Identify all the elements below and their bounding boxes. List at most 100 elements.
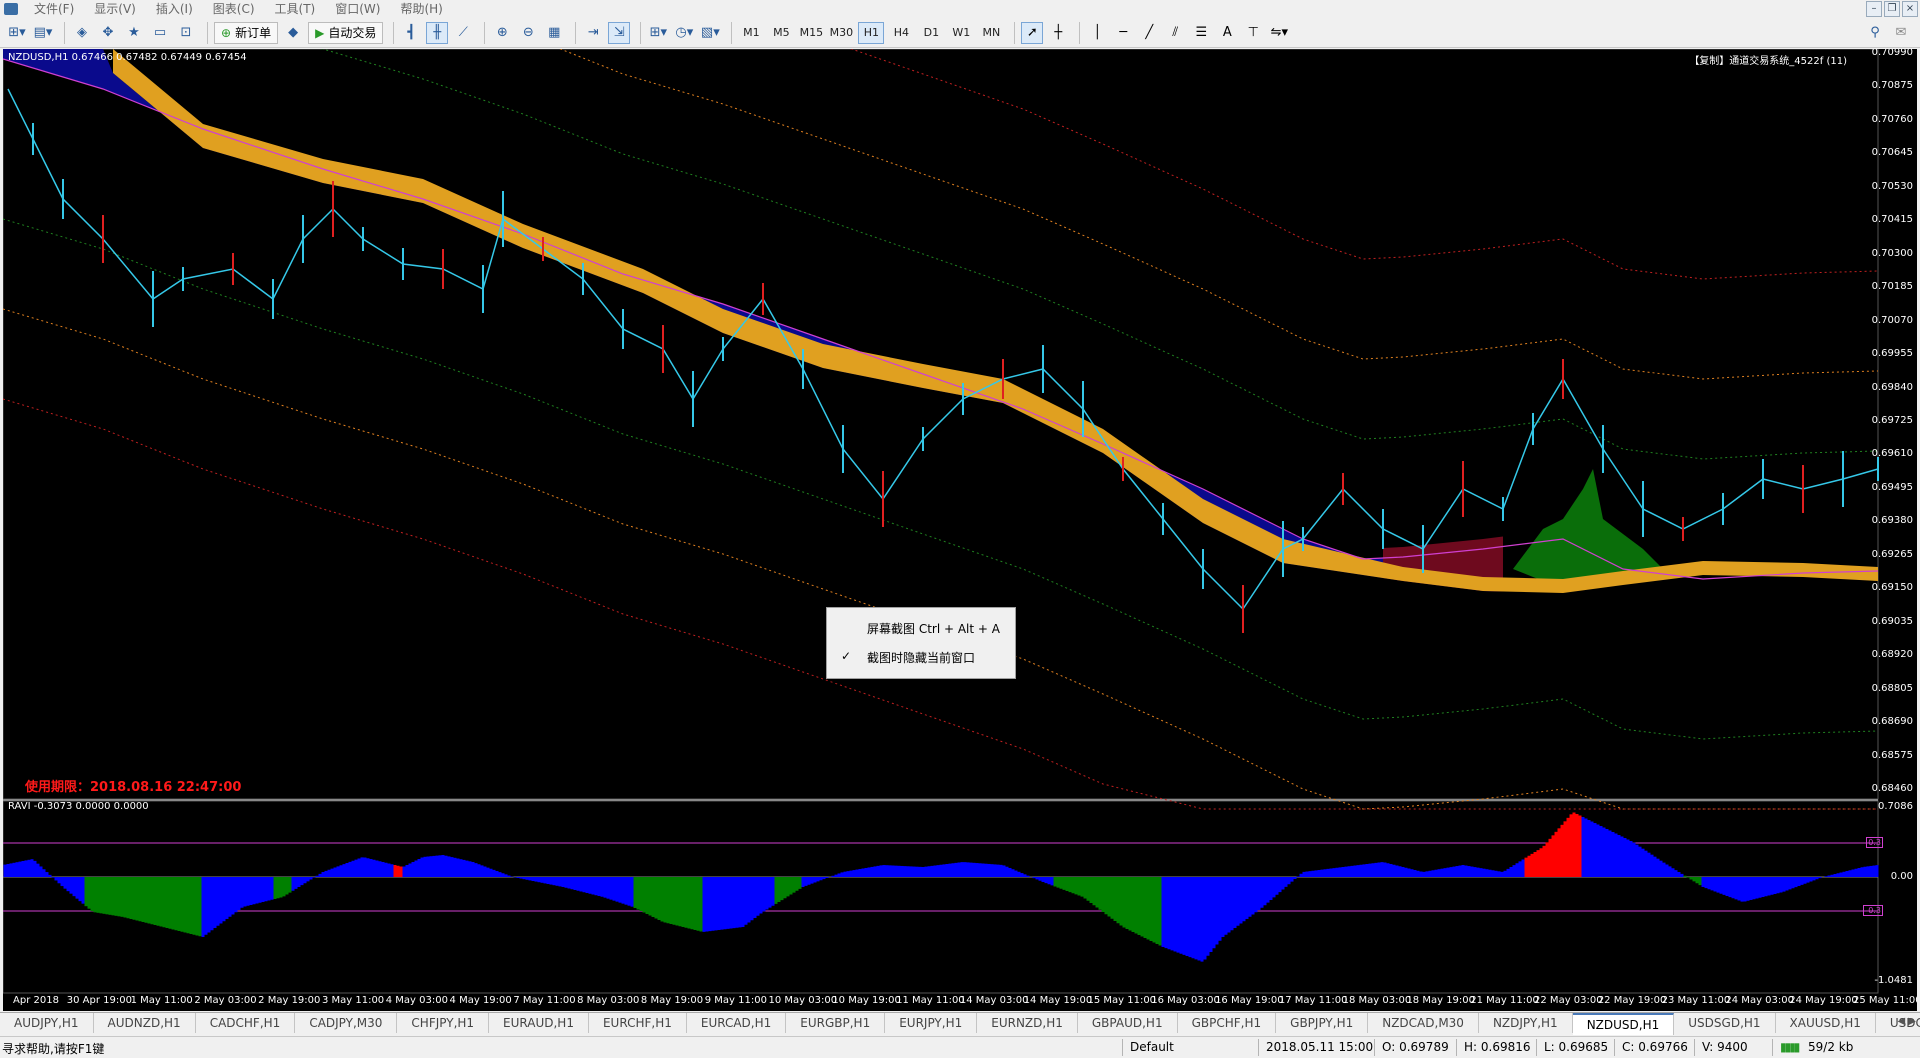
ravi-level-marker: -0.3 — [1863, 905, 1883, 916]
chart-tab[interactable]: EURCAD,H1 — [687, 1013, 787, 1033]
line-chart-icon[interactable]: ⟋ — [452, 22, 474, 44]
tabs-holder: AUDJPY,H1 AUDNZD,H1 CADCHF,H1 CADJPY,M30 CHF… — [0, 1013, 1920, 1035]
data-window-icon[interactable]: ✥ — [97, 22, 119, 44]
new-order-button[interactable]: ⊕ 新订单 — [214, 21, 279, 44]
search-icon[interactable]: ⚲ — [1864, 22, 1886, 44]
status-high: H: 0.69816 — [1464, 1040, 1531, 1054]
trendline-icon[interactable]: ╱ — [1138, 22, 1160, 44]
status-datetime: 2018.05.11 15:00 — [1266, 1040, 1374, 1054]
chart-tab[interactable]: GBPCHF,H1 — [1178, 1013, 1277, 1033]
tile-windows-icon[interactable]: ▦ — [543, 22, 565, 44]
tab-scroll-arrows-icon[interactable]: ◀ ▶ — [1897, 1016, 1916, 1027]
chart-tab[interactable]: AUDNZD,H1 — [94, 1013, 196, 1033]
chart-tab[interactable]: NZDJPY,H1 — [1479, 1013, 1573, 1033]
context-hide-window[interactable]: 截图时隐藏当前窗口 — [867, 649, 975, 666]
timeframe-m1[interactable]: M1 — [738, 22, 764, 44]
status-help: 寻求帮助,请按F1键 — [2, 1042, 105, 1056]
price-tick-label: 0.68920 — [1871, 649, 1913, 661]
indicators-icon[interactable]: ⊞▾ — [647, 22, 669, 44]
chart-tab[interactable]: EURAUD,H1 — [489, 1013, 589, 1033]
chart-tab[interactable]: EURNZD,H1 — [977, 1013, 1078, 1033]
chart-tab[interactable]: CADCHF,H1 — [196, 1013, 296, 1033]
time-tick-label: 22 May 03:00 — [1534, 995, 1603, 1006]
chart-tab[interactable]: EURGBP,H1 — [786, 1013, 886, 1033]
channel-icon[interactable]: ⫽ — [1164, 22, 1186, 44]
app-icon — [4, 3, 18, 15]
time-tick-label: 1 May 11:00 — [130, 995, 193, 1006]
chart-tabs: AUDJPY,H1 AUDNZD,H1 CADCHF,H1 CADJPY,M30 CHF… — [0, 1012, 1920, 1035]
chart-tab[interactable]: CHFJPY,H1 — [397, 1013, 490, 1033]
periods-icon[interactable]: ◷▾ — [673, 22, 695, 44]
timeframe-m5[interactable]: M5 — [768, 22, 794, 44]
context-screenshot[interactable]: 屏幕截图 Ctrl + Alt + A — [867, 620, 1000, 637]
toolbar-separator — [484, 21, 486, 44]
price-tick-label: 0.70530 — [1871, 180, 1913, 192]
timeframe-m15[interactable]: M15 — [798, 22, 824, 44]
auto-trading-icon: ▶ — [315, 25, 325, 40]
menu-view[interactable]: 显示(V) — [84, 0, 146, 18]
auto-trading-button[interactable]: ▶ 自动交易 — [308, 21, 384, 44]
terminal-icon[interactable]: ▭ — [149, 22, 171, 44]
text-tool-icon[interactable]: A — [1216, 22, 1238, 44]
menu-charts[interactable]: 图表(C) — [203, 0, 265, 18]
menu-file[interactable]: 文件(F) — [24, 0, 84, 18]
time-tick-label: Apr 2018 — [13, 995, 59, 1006]
chart-canvas[interactable] — [3, 49, 1917, 1011]
chart-tab[interactable]: NZDUSD,H1 — [1572, 1013, 1675, 1035]
market-watch-icon[interactable]: ◈ — [71, 22, 93, 44]
status-divider — [1258, 1039, 1259, 1056]
menu-tools[interactable]: 工具(T) — [265, 0, 326, 18]
timeframe-h4[interactable]: H4 — [888, 22, 914, 44]
context-menu: 屏幕截图 Ctrl + Alt + A ✓ 截图时隐藏当前窗口 — [826, 607, 1016, 679]
status-divider — [1614, 1039, 1615, 1056]
text-label-icon[interactable]: ⊤ — [1242, 22, 1264, 44]
zoom-out-icon[interactable]: ⊖ — [517, 22, 539, 44]
auto-scroll-icon[interactable]: ⇲ — [608, 21, 631, 44]
time-tick-label: 11 May 11:00 — [896, 995, 965, 1006]
time-tick-label: 7 May 11:00 — [513, 995, 576, 1006]
chart-tab[interactable]: XAUUSD,H1 — [1776, 1013, 1876, 1033]
timeframe-d1[interactable]: D1 — [918, 22, 944, 44]
chart-tab[interactable]: CADJPY,M30 — [295, 1013, 398, 1033]
menu-insert[interactable]: 插入(I) — [146, 0, 203, 18]
chart-tab[interactable]: GBPAUD,H1 — [1078, 1013, 1178, 1033]
chart-tab[interactable]: GBPJPY,H1 — [1276, 1013, 1369, 1033]
status-divider — [1772, 1039, 1773, 1056]
navigator-icon[interactable]: ★ — [123, 22, 145, 44]
minimize-icon[interactable]: – — [1866, 1, 1882, 17]
zoom-in-icon[interactable]: ⊕ — [491, 22, 513, 44]
chat-icon[interactable]: ✉ — [1890, 22, 1912, 44]
templates-icon[interactable]: ▧▾ — [699, 22, 721, 44]
metaeditor-icon[interactable]: ◆ — [282, 22, 304, 44]
timeframe-w1[interactable]: W1 — [948, 22, 974, 44]
strategy-tester-icon[interactable]: ⊡ — [175, 22, 197, 44]
chart-shift-icon[interactable]: ⇥ — [582, 22, 604, 44]
bar-chart-icon[interactable]: ┫ — [400, 22, 422, 44]
chart-window[interactable]: NZDUSD,H1 0.67466 0.67482 0.67449 0.6745… — [3, 49, 1917, 1011]
new-chart-icon[interactable]: ⊞▾ — [6, 22, 28, 44]
chart-tab[interactable]: EURCHF,H1 — [589, 1013, 687, 1033]
chart-tab[interactable]: USDSGD,H1 — [1674, 1013, 1776, 1033]
crosshair-icon[interactable]: ┼ — [1047, 22, 1069, 44]
chart-tab[interactable]: AUDJPY,H1 — [0, 1013, 94, 1033]
fibonacci-icon[interactable]: ☰ — [1190, 22, 1212, 44]
timeframe-h1[interactable]: H1 — [858, 21, 885, 44]
menu-help[interactable]: 帮助(H) — [390, 0, 452, 18]
vertical-line-icon[interactable]: │ — [1086, 22, 1108, 44]
candlestick-icon[interactable]: ╫ — [426, 21, 449, 44]
profiles-icon[interactable]: ▤▾ — [32, 22, 54, 44]
arrows-icon[interactable]: ⇋▾ — [1268, 22, 1290, 44]
price-tick-label: 0.70185 — [1871, 281, 1913, 293]
restore-icon[interactable]: ❐ — [1884, 1, 1900, 17]
cursor-icon[interactable]: ➚ — [1021, 21, 1044, 44]
price-tick-label: 0.69840 — [1871, 381, 1913, 393]
time-tick-label: 2 May 19:00 — [258, 995, 321, 1006]
horizontal-line-icon[interactable]: ─ — [1112, 22, 1134, 44]
chart-tab[interactable]: NZDCAD,M30 — [1368, 1013, 1479, 1033]
close-icon[interactable]: × — [1902, 1, 1918, 17]
new-order-icon: ⊕ — [221, 25, 232, 40]
timeframe-m30[interactable]: M30 — [828, 22, 854, 44]
menu-window[interactable]: 窗口(W) — [325, 0, 390, 18]
chart-tab[interactable]: EURJPY,H1 — [885, 1013, 978, 1033]
timeframe-mn[interactable]: MN — [978, 22, 1004, 44]
